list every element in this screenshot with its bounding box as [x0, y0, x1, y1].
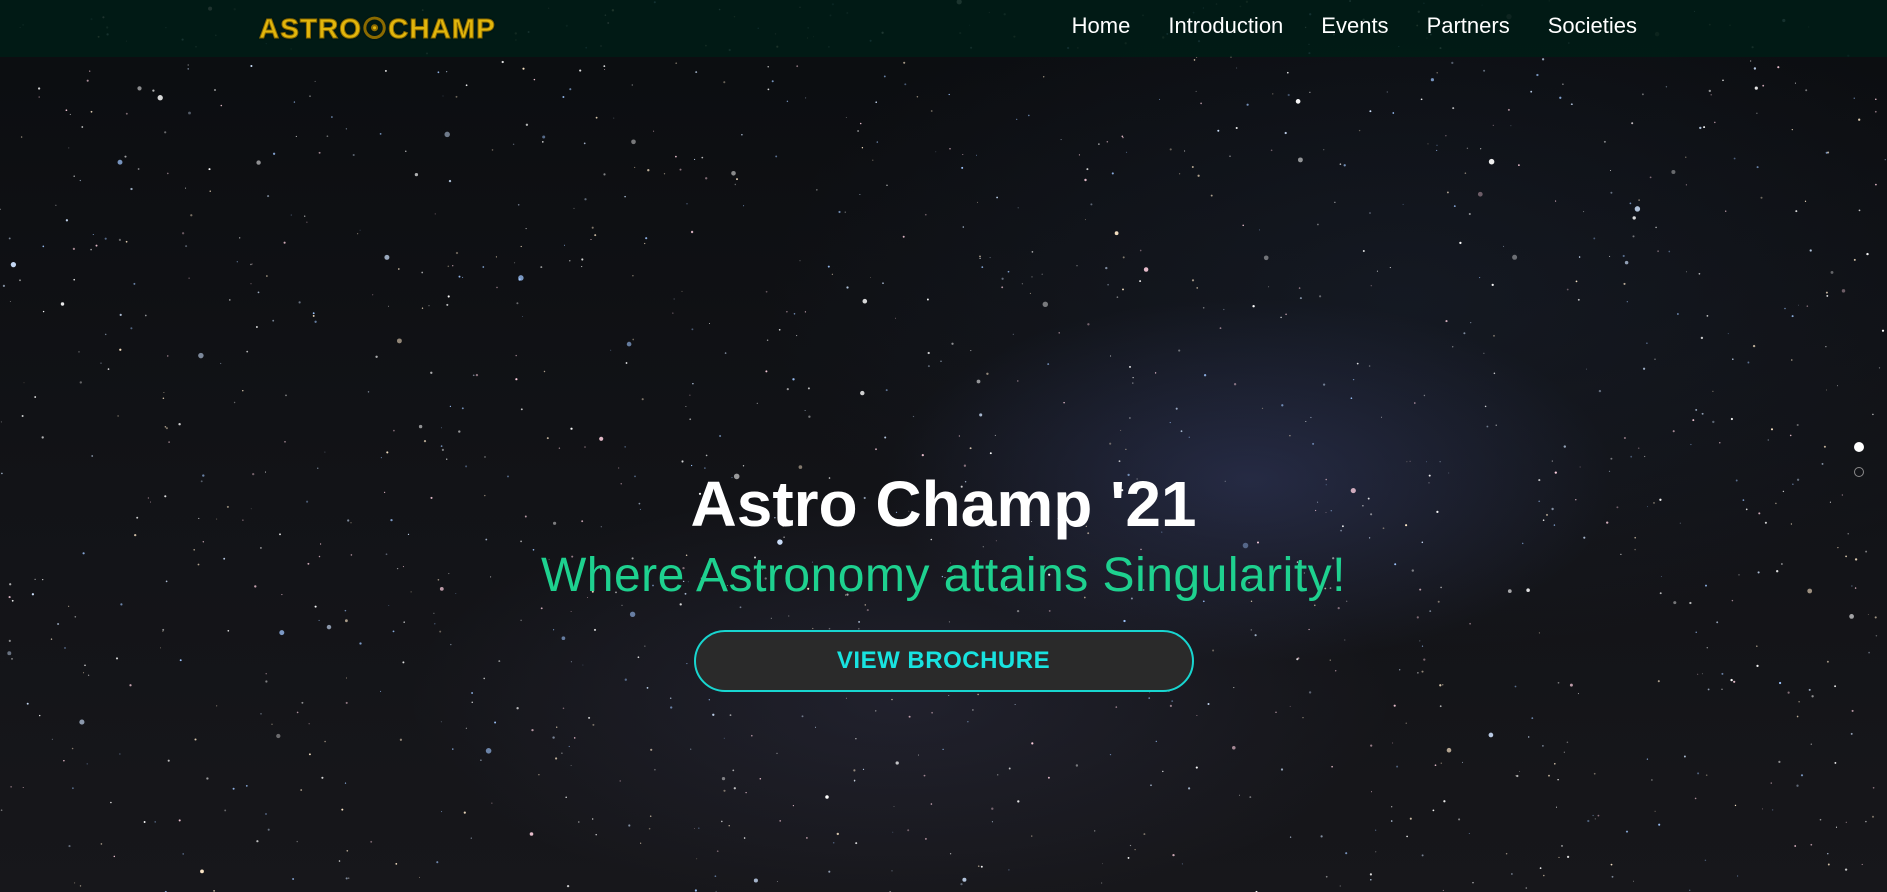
- nav-link-partners[interactable]: Partners: [1427, 13, 1510, 39]
- hero-title: Astro Champ '21: [690, 468, 1197, 540]
- slide-dot-2[interactable]: [1854, 467, 1864, 477]
- nav-link-events[interactable]: Events: [1321, 13, 1388, 39]
- slide-pagination: [1854, 442, 1868, 492]
- view-brochure-button[interactable]: VIEW BROCHURE: [693, 630, 1194, 692]
- hero-content: Astro Champ '21 Where Astronomy attains …: [0, 462, 1887, 692]
- logo-text: ASTRO☉CHAMP: [259, 12, 496, 44]
- nav-link-home[interactable]: Home: [1072, 13, 1131, 39]
- starfield-background: [0, 0, 1886, 892]
- site-logo[interactable]: ASTRO☉CHAMP: [259, 8, 496, 48]
- hero-section: [0, 0, 1887, 892]
- nav-link-societies[interactable]: Societies: [1548, 13, 1637, 39]
- nav-links: Home Introduction Events Partners Societ…: [1072, 0, 1637, 52]
- nav-link-introduction[interactable]: Introduction: [1168, 13, 1283, 39]
- navbar: ASTRO☉CHAMP Home Introduction Events Par…: [0, 0, 1887, 57]
- slide-dot-1[interactable]: [1854, 442, 1864, 452]
- hero-subtitle: Where Astronomy attains Singularity!: [540, 549, 1346, 602]
